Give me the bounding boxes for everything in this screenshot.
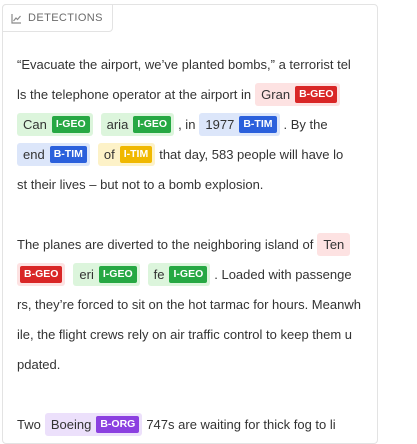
text-line: st their lives – but not to a bomb explo…	[17, 169, 373, 199]
entity-text: Can	[23, 116, 47, 132]
paragraph: “Evacuate the airport, we’ve planted bom…	[17, 49, 373, 199]
text-segment: , in	[178, 116, 196, 132]
chart-icon	[11, 13, 21, 24]
entity-chip-b-geo[interactable]: B-GEO	[17, 262, 66, 286]
entity-chip-i-geo[interactable]: Can I-GEO	[17, 112, 93, 136]
text-segment: 747s are waiting for thick fog to li	[146, 416, 336, 432]
entity-chip-b-geo[interactable]: Gran B-GEO	[255, 82, 341, 106]
entity-tag: I-TIM	[119, 145, 153, 163]
text-line: “Evacuate the airport, we’ve planted bom…	[17, 49, 373, 79]
text-line: end B-TIM of I-TIM that day, 583 people will…	[17, 139, 373, 169]
text-segment: Two	[17, 416, 41, 432]
text-segment: ile, the flight crews rely on air traffi…	[17, 326, 353, 342]
text-line: ls the telephone operator at the airport…	[17, 79, 373, 109]
text-line: B-GEO eri I-GEO fe I-GEO. Loaded with passen…	[17, 259, 373, 289]
text-line: rs, they’re forced to sit on the hot tar…	[17, 289, 373, 319]
entity-text: fe	[153, 266, 165, 282]
entity-chip-i-geo[interactable]: aria I-GEO	[100, 112, 175, 136]
entity-chip-i-geo[interactable]: eri I-GEO	[73, 262, 140, 286]
text-line: ile, the flight crews rely on air traffi…	[17, 319, 373, 349]
entity-tag: B-GEO	[295, 85, 338, 103]
entity-chip-b-tim[interactable]: end B-TIM	[17, 142, 90, 166]
entity-chip-i-geo[interactable]: fe I-GEO	[147, 262, 211, 286]
entity-chip-b-org[interactable]: Boeing B-ORG	[44, 412, 143, 436]
entity-tag: I-GEO	[169, 265, 208, 283]
entity-chip-i-tim[interactable]: of I-TIM	[97, 142, 156, 166]
entity-text: Ten	[323, 236, 345, 252]
paragraph: Two Boeing B-ORG 747s are waiting for thick…	[17, 409, 373, 439]
entity-tag: I-GEO	[98, 265, 137, 283]
detections-panel: DETECTIONS “Evacuate the airport, we’ve …	[2, 4, 378, 444]
text-segment: st their lives – but not to a bomb explo…	[17, 176, 264, 192]
text-line: Two Boeing B-ORG 747s are waiting for thick…	[17, 409, 373, 439]
entity-chip-b-geo[interactable]: Ten	[317, 232, 351, 256]
text-segment: . By the	[283, 116, 328, 132]
entity-tag: I-GEO	[133, 115, 172, 133]
text-segment: ls the telephone operator at the airport…	[17, 86, 252, 102]
entity-tag: B-ORG	[96, 415, 140, 433]
text-line: pdated.	[17, 349, 373, 379]
entity-tag: I-GEO	[51, 115, 90, 133]
text-segment: rs, they’re forced to sit on the hot tar…	[17, 296, 361, 312]
text-segment: that day, 583 people will have lo	[159, 146, 344, 162]
detections-tab[interactable]: DETECTIONS	[2, 4, 113, 32]
entity-text: aria	[106, 116, 129, 132]
entity-chip-b-tim[interactable]: 1977 B-TIM	[199, 112, 280, 136]
entity-text: eri	[79, 266, 94, 282]
text-segment: pdated.	[17, 356, 61, 372]
entity-tag: B-TIM	[49, 145, 87, 163]
tab-label: DETECTIONS	[28, 12, 103, 24]
entity-text: 1977	[205, 116, 235, 132]
entity-text: of	[103, 146, 115, 162]
text-segment: . Loaded with passenge	[214, 266, 352, 282]
text-segment: “Evacuate the airport, we’ve planted bom…	[17, 56, 351, 72]
entity-text: Gran	[261, 86, 291, 102]
text-segment: The planes are diverted to the neighbori…	[17, 236, 314, 252]
text-line: Can I-GEO aria I-GEO, in 1977 B-TIM. By the	[17, 109, 373, 139]
entity-tag: B-TIM	[239, 115, 277, 133]
entity-text: Boeing	[50, 416, 92, 432]
text-line: The planes are diverted to the neighbori…	[17, 229, 373, 259]
entity-tag: B-GEO	[20, 265, 63, 283]
annotated-text: “Evacuate the airport, we’ve planted bom…	[17, 49, 373, 439]
paragraph: The planes are diverted to the neighbori…	[17, 229, 373, 379]
entity-text: end	[23, 146, 45, 162]
